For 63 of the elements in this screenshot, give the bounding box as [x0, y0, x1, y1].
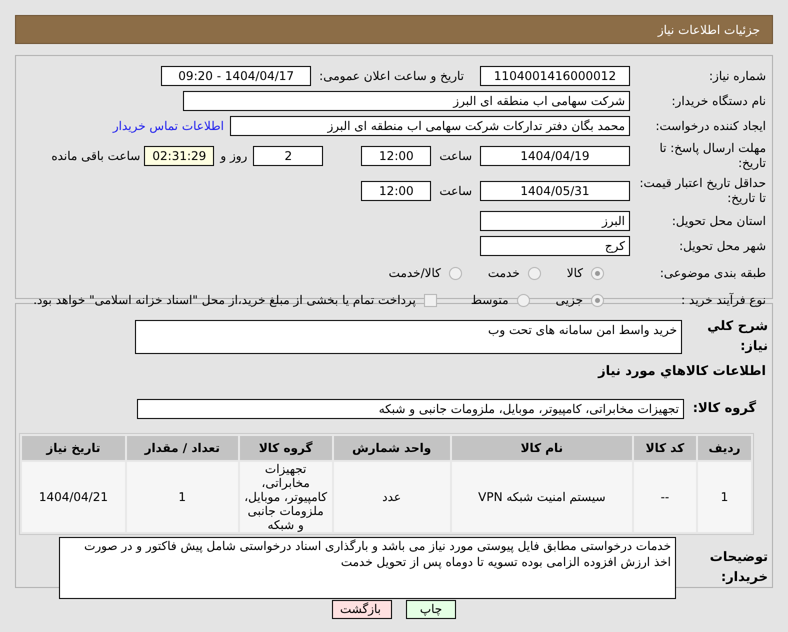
field-label: شهر محل تحویل: [678, 238, 766, 254]
field-label: شرح كلي نياز: [706, 318, 768, 356]
page-title: جزئیات اطلاعات نیاز [658, 22, 760, 38]
text-field[interactable]: 1404/04/19 [480, 146, 630, 166]
field-label: طبقه بندی موضوعی: [658, 266, 766, 280]
field-label: استان محل تحویل: [670, 214, 766, 228]
field-label: تاریخ و ساعت اعلان عمومی: [319, 68, 464, 85]
radio-button[interactable] [591, 266, 604, 280]
field-label: نوع فرآیند خرید : [680, 292, 766, 308]
table-cell: 1404/04/21 [22, 462, 125, 532]
text-field[interactable]: 2 [253, 146, 324, 166]
column-header: تاریخ نیاز [22, 436, 125, 460]
column-header: واحد شمارش [334, 436, 450, 460]
text-area[interactable]: خدمات درخواستی مطابق فایل پیوستی مورد نیاز می باشد و بارگذاری اسناد درخواستی شامل پیش فاکتور و در صورت اخذ ارزش افزوده الزامی بوده تسویه تا دوماه پس از تحویل خدمت [59, 536, 676, 598]
field-label: مهلت ارسال پاسخ: تا تاریخ: [658, 141, 766, 171]
text-field[interactable]: شرکت سهامی اب منطقه ای البرز [183, 91, 630, 111]
checkbox-label: پرداخت تمام یا بخشی از مبلغ خرید،از محل "اسناد خزانه اسلامی" خواهد بود. [33, 292, 416, 309]
text-field[interactable]: محمد بگان دفتر تدارکات شرکت سهامی اب منطقه ای البرز [230, 116, 630, 136]
table-cell: -- [634, 462, 696, 532]
checkbox[interactable] [424, 294, 437, 306]
column-header: ردیف [698, 436, 751, 460]
radio-button[interactable] [528, 266, 541, 280]
field-label: ایجاد کننده درخواست: [654, 118, 766, 134]
field-label: نام دستگاه خریدار: [670, 94, 766, 108]
text-field[interactable]: 1404/05/31 [480, 181, 630, 201]
field-label: روز و [220, 148, 248, 165]
field-label: ساعت [439, 148, 472, 165]
field-label: شماره نیاز: [708, 68, 766, 84]
column-header: تعداد / مقدار [126, 436, 238, 460]
text-field[interactable]: 1104001416000012 [480, 66, 630, 86]
text-field[interactable]: 12:00 [361, 146, 432, 166]
print-button[interactable]: چاپ [406, 600, 456, 619]
table-cell: سیستم امنیت شبکه VPN [452, 462, 632, 532]
table-cell: 1 [698, 462, 751, 532]
column-header: نام کالا [452, 436, 632, 460]
radio-label: متوسط [470, 292, 509, 309]
text-field[interactable]: 12:00 [361, 181, 432, 201]
contact-link[interactable]: اطلاعات تماس خریدار [112, 117, 224, 135]
radio-button[interactable] [516, 294, 530, 306]
field-label: ساعت باقی مانده [51, 148, 140, 165]
text-field[interactable]: 1404/04/17 - 09:20 [161, 66, 312, 86]
field-label: گروه کالا: [692, 399, 757, 418]
column-header: کد کالا [634, 436, 696, 460]
radio-label: جزیی [556, 292, 583, 309]
table-cell: تجهیزات مخابراتی، کامپیوتر، موبایل، ملزومات جانبی و شبکه [240, 462, 332, 532]
radio-button[interactable] [448, 266, 462, 280]
text-field[interactable]: البرز [480, 211, 630, 231]
text-field[interactable]: کرج [480, 236, 630, 256]
table-cell: عدد [334, 462, 450, 532]
text-field[interactable]: 02:31:29 [144, 146, 214, 166]
column-header: گروه کالا [240, 436, 332, 460]
field-label: ساعت [439, 183, 472, 200]
text-area[interactable]: خرید واسط امن سامانه های تحت وب [135, 320, 682, 354]
back-button[interactable]: بازگشت [332, 600, 392, 619]
text-field[interactable]: تجهیزات مخابراتی، کامپیوتر، موبایل، ملزومات جانبی و شبکه [137, 398, 684, 418]
field-label: توضیحات خریدار: [708, 549, 768, 586]
radio-button[interactable] [591, 294, 604, 306]
radio-label: خدمت [488, 265, 520, 282]
radio-label: کالا/خدمت [388, 265, 441, 282]
radio-label: کالا [566, 265, 583, 282]
table-cell: 1 [126, 462, 238, 532]
section-heading: اطلاعات كالاهاي مورد نياز [596, 363, 767, 381]
field-label: حداقل تاریخ اعتبار قیمت: تا تاریخ: [638, 176, 766, 206]
